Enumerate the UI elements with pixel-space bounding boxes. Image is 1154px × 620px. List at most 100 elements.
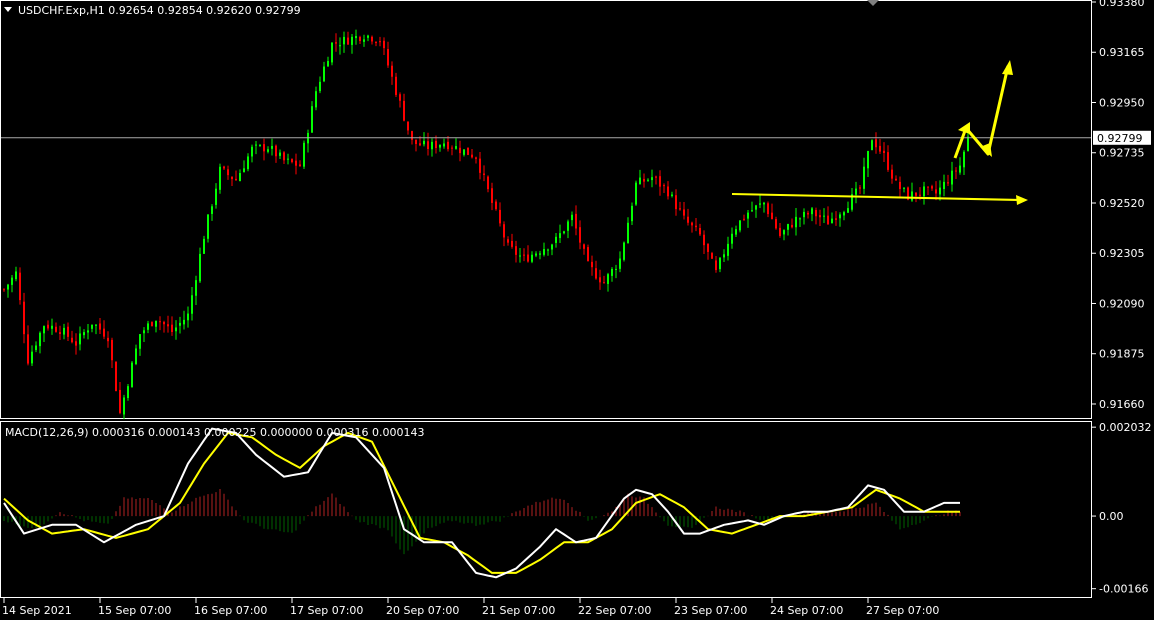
candle-body: [103, 328, 105, 337]
macd-tick-label: 0.00: [1099, 510, 1124, 523]
candle-body: [463, 149, 465, 155]
candle-body: [263, 144, 265, 152]
candle-body: [867, 151, 869, 169]
candle-body: [119, 389, 121, 413]
candle-body: [663, 185, 665, 187]
candle-body: [803, 211, 805, 218]
candle-body: [371, 36, 373, 42]
time-tick-label: 21 Sep 07:00: [482, 604, 555, 617]
candle-body: [815, 210, 817, 217]
candle-body: [219, 166, 221, 190]
candle-body: [503, 224, 505, 238]
candle-body: [611, 268, 613, 276]
candle-body: [79, 333, 81, 345]
candle-body: [151, 322, 153, 327]
candle-body: [723, 254, 725, 258]
candle-body: [51, 325, 53, 329]
candle-body: [599, 277, 601, 283]
candle-body: [911, 191, 913, 201]
candle-body: [383, 40, 385, 49]
candle-body: [303, 142, 305, 167]
candle-body: [187, 313, 189, 321]
candle-body: [31, 351, 33, 364]
candle-body: [19, 272, 21, 301]
candle-body: [487, 176, 489, 190]
candle-body: [455, 146, 457, 149]
candle-body: [191, 295, 193, 314]
candle-body: [827, 215, 829, 225]
candle-body: [691, 222, 693, 226]
time-tick-label: 15 Sep 07:00: [98, 604, 171, 617]
candle-body: [899, 181, 901, 190]
candle-body: [483, 173, 485, 175]
candle-body: [699, 228, 701, 235]
candle-body: [275, 145, 277, 157]
scroll-marker-icon[interactable]: [867, 0, 879, 6]
trading-chart[interactable]: 0.93380 0.93165 0.92950 0.92735 0.92520 0.923…: [0, 0, 1154, 620]
candle-body: [379, 41, 381, 43]
price-panel-frame: [0, 0, 1092, 419]
candle-body: [179, 322, 181, 326]
candle-body: [83, 332, 85, 336]
candle-body: [579, 227, 581, 243]
candle-body: [531, 254, 533, 262]
candle-body: [635, 182, 637, 205]
candle-body: [647, 179, 649, 181]
candle-body: [259, 144, 261, 146]
candle-body: [107, 337, 109, 342]
candle-body: [791, 224, 793, 228]
candle-body: [871, 140, 873, 151]
candle-body: [95, 324, 97, 326]
candle-body: [835, 218, 837, 220]
candle-body: [855, 188, 857, 195]
candle-body: [415, 139, 417, 144]
candle-body: [651, 177, 653, 181]
candle-body: [859, 187, 861, 189]
candle-body: [627, 222, 629, 244]
macd-axis: 0.002032 0.00 -0.00166: [1091, 421, 1152, 596]
candle-body: [559, 233, 561, 239]
candle-body: [671, 194, 673, 197]
candle-body: [267, 149, 269, 152]
candle-body: [427, 141, 429, 149]
candle-body: [223, 166, 225, 169]
candle-body: [447, 141, 449, 150]
candle-body: [735, 229, 737, 235]
candle-body: [35, 345, 37, 350]
support-arrow-head: [1016, 195, 1028, 205]
current-price-label: 0.92799: [1097, 132, 1143, 145]
time-tick-label: 27 Sep 07:00: [866, 604, 939, 617]
candle-body: [423, 140, 425, 145]
candle-body: [667, 186, 669, 197]
candle-body: [331, 42, 333, 63]
candle-body: [71, 337, 73, 343]
candle-body: [39, 332, 41, 347]
candle-body: [759, 203, 761, 205]
candle-body: [203, 238, 205, 254]
candle-body: [287, 158, 289, 160]
price-tick-label: 0.92090: [1099, 297, 1145, 310]
candle-body: [499, 209, 501, 224]
candle-body: [727, 243, 729, 256]
candle-body: [887, 152, 889, 170]
candle-body: [311, 106, 313, 133]
candle-body: [411, 131, 413, 140]
candle-body: [775, 219, 777, 229]
candle-body: [963, 151, 965, 168]
candle-body: [551, 244, 553, 250]
candle-body: [471, 154, 473, 158]
candle-body: [527, 254, 529, 262]
candle-body: [935, 189, 937, 194]
price-tick-label: 0.92950: [1099, 96, 1145, 109]
symbol-dropdown-icon[interactable]: [4, 7, 12, 12]
macd-tick-label: -0.00166: [1099, 583, 1148, 596]
candle-body: [623, 242, 625, 260]
candle-body: [195, 280, 197, 296]
macd-lines: [3, 427, 960, 579]
projection-arrow: [953, 65, 1010, 159]
candle-body: [327, 61, 329, 67]
candle-body: [139, 334, 141, 349]
candle-body: [615, 268, 617, 270]
time-tick-label: 17 Sep 07:00: [290, 604, 363, 617]
price-tick-label: 0.92305: [1099, 247, 1145, 260]
